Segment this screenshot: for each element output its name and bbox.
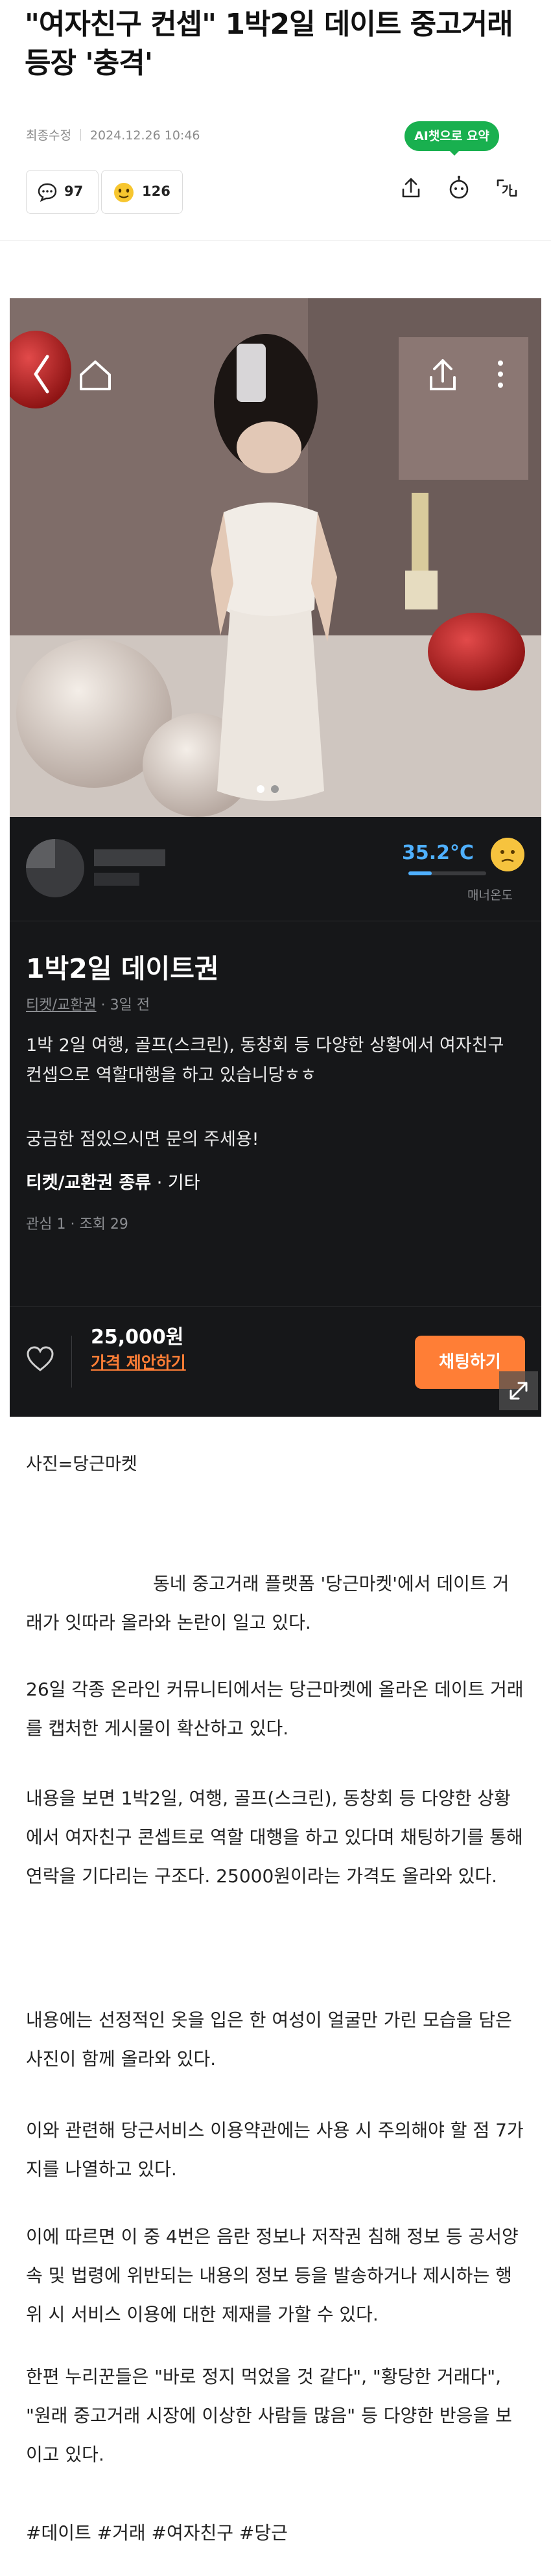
- svg-text:가: 가: [502, 184, 513, 198]
- manner-face-icon: [491, 838, 524, 871]
- article-paragraph: 내용을 보면 1박2일, 여행, 골프(스크린), 동창회 등 다양한 상황에서…: [26, 1788, 523, 1887]
- comment-icon: [38, 183, 57, 202]
- listing-screenshot: 35.2°C 매너온도 1박2일 데이트권 티켓/교환권 · 3일 전 1박 2…: [10, 298, 541, 1417]
- photo-caption: 사진=당근마켓: [26, 1454, 137, 1474]
- listing-photo-art: [10, 298, 541, 817]
- listing-type-row: 티켓/교환권 종류 · 기타: [26, 1173, 200, 1193]
- action-bar-divider: [71, 1336, 72, 1388]
- ai-summary-button[interactable]: AI챗으로 요약: [404, 121, 499, 151]
- listing-posted-time: 3일 전: [110, 997, 150, 1013]
- listing-category-row: 티켓/교환권 · 3일 전: [26, 997, 150, 1013]
- article-paragraph: 26일 각종 온라인 커뮤니티에서는 당근마켓에 올라온 데이트 거래를 캡처한…: [26, 1679, 524, 1739]
- photo-pagination: [253, 783, 282, 796]
- reactions-button[interactable]: 126: [101, 170, 183, 214]
- meta-label: 최종수정: [26, 128, 71, 143]
- listing-price: 25,000원: [91, 1326, 184, 1349]
- meta-divider: [80, 129, 81, 141]
- article-paragraph: 이와 관련해 당근서비스 이용약관에는 사용 시 주의해야 할 점 7가지를 나…: [26, 2120, 524, 2180]
- heart-icon[interactable]: [24, 1343, 56, 1376]
- font-size-icon[interactable]: 가: [493, 174, 521, 202]
- header-divider: [0, 240, 551, 241]
- article-date: 2024.12.26 10:46: [89, 128, 200, 143]
- article-paragraph: 동네 중고거래 플랫폼 '당근마켓'에서 데이트 거래가 잇따라 올라와 논란이…: [26, 1573, 510, 1633]
- listing-type-value: 기타: [167, 1173, 200, 1193]
- article-paragraph: 내용에는 선정적인 옷을 입은 한 여성이 얼굴만 가린 모습을 담은 사진이 …: [26, 2009, 512, 2070]
- listing-title: 1박2일 데이트권: [26, 953, 219, 984]
- article-meta: 최종수정 2024.12.26 10:46: [26, 126, 200, 143]
- share-icon[interactable]: [397, 174, 425, 202]
- comments-count: 97: [64, 183, 84, 199]
- manner-temperature: 35.2°C: [402, 842, 475, 864]
- ai-summary-pointer: [449, 150, 460, 156]
- price-offer-link[interactable]: 가격 제안하기: [91, 1350, 186, 1373]
- seller-name-blurred: [94, 849, 165, 866]
- listing-stats: 관심 1 · 조회 29: [26, 1216, 128, 1233]
- listing-description: 1박 2일 여행, 골프(스크린), 동창회 등 다양한 상황에서 여자친구 컨…: [26, 1035, 504, 1085]
- article-hashtags[interactable]: #데이트 #거래 #여자친구 #당근: [26, 2519, 288, 2545]
- pagination-dot: [271, 785, 279, 793]
- article-paragraph: 한편 누리꾼들은 "바로 정지 먹었을 것 같다", "황당한 거래다", "원…: [26, 2366, 512, 2465]
- robot-icon[interactable]: [445, 174, 473, 202]
- seller-location-blurred: [94, 873, 139, 886]
- seller-section: [10, 817, 541, 921]
- seller-avatar: [26, 839, 84, 897]
- listing-category-link[interactable]: 티켓/교환권: [26, 997, 97, 1013]
- article-paragraph: 이에 따르면 이 중 4번은 음란 정보나 저작권 침해 정보 등 공서양속 및…: [26, 2226, 519, 2325]
- comments-button[interactable]: 97: [26, 170, 99, 214]
- listing-question: 궁금한 점있으시면 문의 주세용!: [26, 1129, 259, 1150]
- manner-temperature-bar: [408, 871, 486, 875]
- article-headline: "여자친구 컨셉" 1박2일 데이트 중고거래 등장 '충격': [25, 8, 513, 80]
- expand-image-icon[interactable]: [499, 1371, 538, 1410]
- reaction-emoji-icon: [114, 183, 134, 202]
- listing-type-label: 티켓/교환권 종류: [26, 1173, 152, 1193]
- pagination-dot-active: [257, 785, 264, 793]
- listing-photo: [10, 298, 541, 817]
- reactions-count: 126: [142, 183, 170, 199]
- manner-label: 매너온도: [467, 888, 513, 903]
